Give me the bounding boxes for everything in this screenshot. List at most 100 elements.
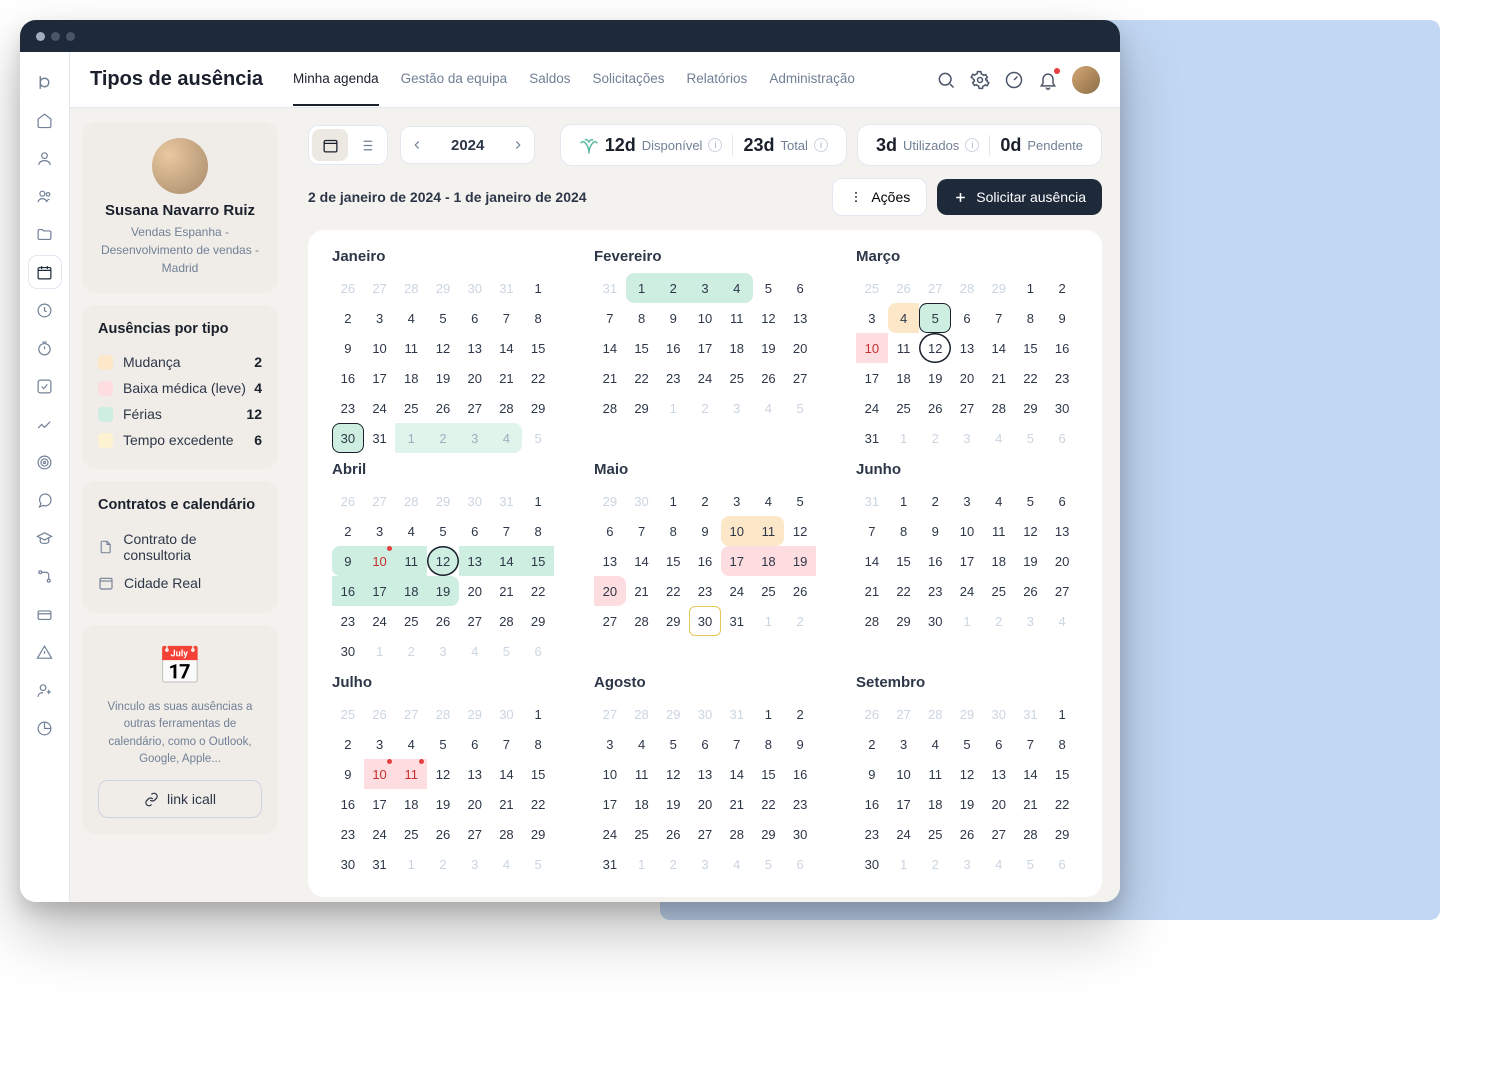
day-cell[interactable]: 3: [459, 849, 491, 879]
day-cell[interactable]: 5: [784, 486, 816, 516]
day-cell[interactable]: 24: [364, 819, 396, 849]
day-cell[interactable]: 28: [491, 393, 523, 423]
day-cell[interactable]: 25: [919, 819, 951, 849]
day-cell[interactable]: 12: [657, 759, 689, 789]
day-cell[interactable]: 4: [919, 729, 951, 759]
day-cell[interactable]: 4: [395, 303, 427, 333]
day-cell[interactable]: 7: [721, 729, 753, 759]
day-cell[interactable]: 1: [753, 699, 785, 729]
day-cell[interactable]: 27: [395, 699, 427, 729]
day-cell[interactable]: 17: [364, 576, 396, 606]
actions-button[interactable]: Ações: [832, 178, 927, 216]
day-cell[interactable]: 5: [753, 273, 785, 303]
day-cell[interactable]: 29: [459, 699, 491, 729]
day-cell[interactable]: 17: [951, 546, 983, 576]
day-cell[interactable]: 10: [951, 516, 983, 546]
day-cell[interactable]: 11: [888, 333, 920, 363]
rail-calendar[interactable]: [29, 256, 61, 288]
day-cell[interactable]: 30: [332, 636, 364, 666]
day-cell[interactable]: 21: [491, 363, 523, 393]
day-cell[interactable]: 29: [753, 819, 785, 849]
day-cell[interactable]: 14: [983, 333, 1015, 363]
rail-home[interactable]: [29, 104, 61, 136]
calendar-row[interactable]: Cidade Real: [98, 569, 262, 597]
day-cell[interactable]: 1: [753, 606, 785, 636]
day-cell[interactable]: 22: [522, 363, 554, 393]
day-cell[interactable]: 5: [784, 393, 816, 423]
day-cell[interactable]: 29: [1046, 819, 1078, 849]
day-cell[interactable]: 12: [427, 333, 459, 363]
day-cell[interactable]: 10: [888, 759, 920, 789]
day-cell[interactable]: 13: [459, 333, 491, 363]
nav-tab[interactable]: Saldos: [529, 53, 570, 106]
day-cell[interactable]: 17: [721, 546, 753, 576]
day-cell[interactable]: 9: [856, 759, 888, 789]
day-cell[interactable]: 27: [919, 273, 951, 303]
day-cell[interactable]: 16: [784, 759, 816, 789]
day-cell[interactable]: 26: [332, 273, 364, 303]
day-cell[interactable]: 14: [626, 546, 658, 576]
day-cell[interactable]: 4: [491, 423, 523, 453]
day-cell[interactable]: 24: [689, 363, 721, 393]
day-cell[interactable]: 4: [721, 273, 753, 303]
day-cell[interactable]: 6: [1046, 486, 1078, 516]
rail-target[interactable]: [29, 446, 61, 478]
day-cell[interactable]: 11: [919, 759, 951, 789]
day-cell[interactable]: 7: [856, 516, 888, 546]
day-cell[interactable]: 26: [332, 486, 364, 516]
day-cell[interactable]: 7: [626, 516, 658, 546]
day-cell[interactable]: 17: [689, 333, 721, 363]
day-cell[interactable]: 4: [753, 393, 785, 423]
day-cell[interactable]: 20: [459, 363, 491, 393]
day-cell[interactable]: 18: [395, 576, 427, 606]
day-cell[interactable]: 19: [951, 789, 983, 819]
day-cell[interactable]: 24: [594, 819, 626, 849]
day-cell[interactable]: 23: [1046, 363, 1078, 393]
rail-education[interactable]: [29, 522, 61, 554]
day-cell[interactable]: 1: [395, 849, 427, 879]
day-cell[interactable]: 15: [1046, 759, 1078, 789]
day-cell[interactable]: 22: [1046, 789, 1078, 819]
nav-tab[interactable]: Minha agenda: [293, 53, 379, 106]
day-cell[interactable]: 31: [721, 606, 753, 636]
day-cell[interactable]: 8: [657, 516, 689, 546]
day-cell[interactable]: 15: [888, 546, 920, 576]
day-cell[interactable]: 3: [459, 423, 491, 453]
day-cell[interactable]: 2: [657, 849, 689, 879]
day-cell[interactable]: 3: [364, 516, 396, 546]
day-cell[interactable]: 30: [1046, 393, 1078, 423]
day-cell[interactable]: 28: [594, 393, 626, 423]
day-cell[interactable]: 27: [594, 606, 626, 636]
day-cell[interactable]: 3: [721, 393, 753, 423]
day-cell[interactable]: 2: [919, 486, 951, 516]
day-cell[interactable]: 7: [1015, 729, 1047, 759]
day-cell[interactable]: 22: [657, 576, 689, 606]
day-cell[interactable]: 28: [427, 699, 459, 729]
day-cell[interactable]: 14: [1015, 759, 1047, 789]
day-cell[interactable]: 9: [1046, 303, 1078, 333]
type-row[interactable]: Férias12: [98, 401, 262, 427]
day-cell[interactable]: 11: [753, 516, 785, 546]
day-cell[interactable]: 5: [1015, 486, 1047, 516]
rail-chat[interactable]: [29, 484, 61, 516]
day-cell[interactable]: 8: [888, 516, 920, 546]
day-cell[interactable]: 10: [364, 546, 396, 576]
gauge-icon[interactable]: [1004, 70, 1024, 90]
day-cell[interactable]: 29: [951, 699, 983, 729]
day-cell[interactable]: 27: [594, 699, 626, 729]
day-cell[interactable]: 8: [522, 729, 554, 759]
traffic-light-max[interactable]: [66, 32, 75, 41]
day-cell[interactable]: 24: [364, 393, 396, 423]
day-cell[interactable]: 12: [753, 303, 785, 333]
day-cell[interactable]: 2: [856, 729, 888, 759]
day-cell[interactable]: 22: [522, 789, 554, 819]
day-cell[interactable]: 4: [888, 303, 920, 333]
day-cell[interactable]: 18: [888, 363, 920, 393]
day-cell[interactable]: 14: [491, 759, 523, 789]
day-cell[interactable]: 11: [721, 303, 753, 333]
day-cell[interactable]: 25: [888, 393, 920, 423]
day-cell[interactable]: 6: [784, 849, 816, 879]
day-cell[interactable]: 31: [856, 486, 888, 516]
day-cell[interactable]: 31: [721, 699, 753, 729]
day-cell[interactable]: 18: [753, 546, 785, 576]
